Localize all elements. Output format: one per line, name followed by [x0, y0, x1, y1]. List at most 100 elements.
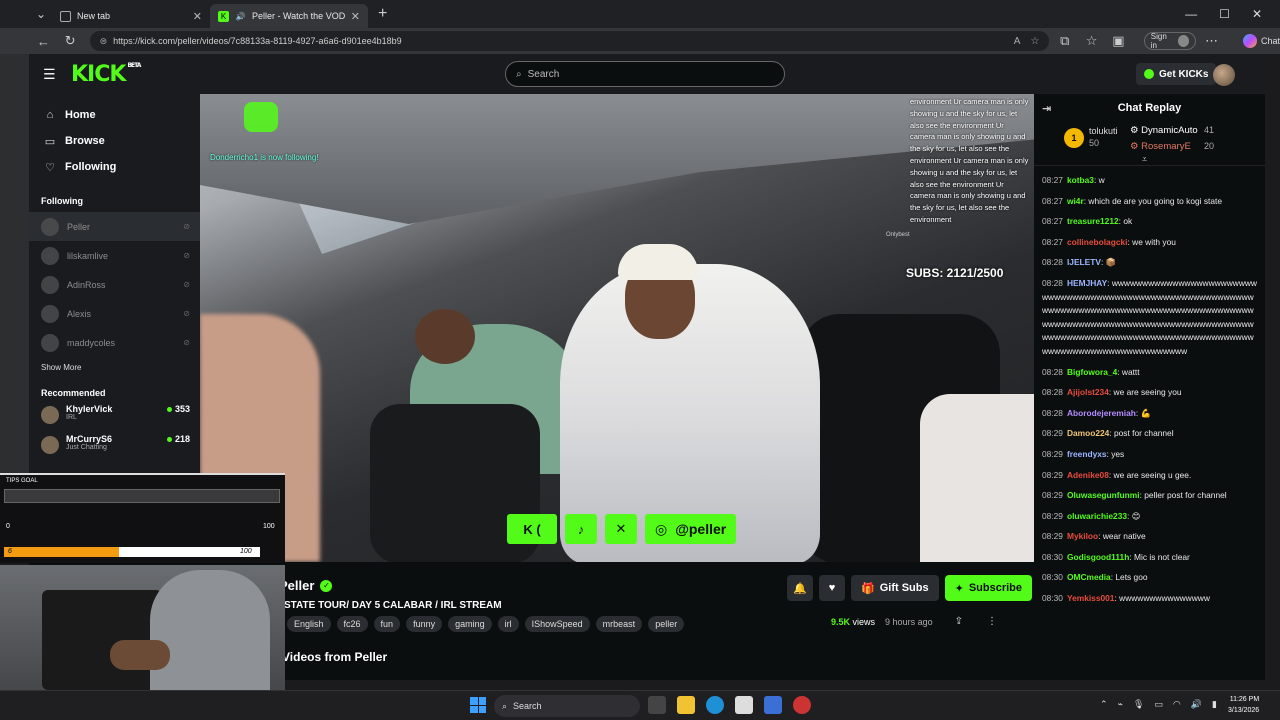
view-count: 9.5K — [831, 616, 851, 627]
taskbar-search[interactable]: ⌕ Search — [494, 695, 640, 717]
chat-username[interactable]: OMCmedia — [1067, 572, 1111, 582]
chat-username[interactable]: Mykiloo — [1067, 531, 1098, 541]
favorite-star-icon[interactable]: ☆ — [1030, 36, 1039, 47]
show-more-link[interactable]: Show More — [29, 363, 200, 372]
new-tab-plus-icon[interactable]: + — [378, 5, 387, 23]
chat-username[interactable]: Godisgood111h — [1067, 552, 1129, 562]
recommended-channel[interactable]: MrCurryS6 Just Chatting 218 — [29, 434, 200, 464]
chat-message: 08:28 Aborodejeremiah: 💪 — [1042, 407, 1259, 421]
tab-menu-chevron-icon[interactable]: ⌄ — [30, 3, 52, 25]
streamer-name[interactable]: Peller ✓ — [279, 578, 333, 593]
read-aloud-icon[interactable]: A — [1014, 36, 1021, 47]
chat-username[interactable]: collinebolagcki — [1067, 237, 1128, 247]
reload-icon[interactable]: ↻ — [59, 33, 82, 49]
file-explorer-icon[interactable] — [677, 696, 695, 714]
chat-username[interactable]: HEMJHAY — [1067, 278, 1107, 288]
wifi-icon[interactable]: ◠ — [1173, 699, 1181, 710]
tag[interactable]: mrbeast — [595, 616, 643, 632]
hamburger-menu-icon[interactable]: ☰ — [43, 66, 57, 83]
minimize-icon[interactable]: — — [1185, 7, 1197, 21]
more-menu-icon[interactable]: ⋯ — [1200, 33, 1223, 49]
chat-username[interactable]: Yemkiss001 — [1067, 593, 1115, 603]
chat-username[interactable]: wi4r — [1067, 196, 1084, 206]
leader-name[interactable]: ⚙ DynamicAuto — [1130, 125, 1198, 136]
tab-kick-vod[interactable]: K 🔊 Peller - Watch the VOD on Kick ✕ — [210, 4, 368, 28]
recommended-channel[interactable]: KhylerVick IRL 353 — [29, 404, 200, 434]
subscribe-button[interactable]: ✦ Subscribe — [944, 575, 1032, 601]
favorites-icon[interactable]: ☆ — [1080, 33, 1103, 49]
following-channel[interactable]: Peller ⊘ — [29, 212, 200, 241]
following-channel[interactable]: AdinRoss ⊘ — [29, 270, 200, 299]
back-arrow-icon[interactable]: ← — [32, 34, 55, 49]
close-tab-icon[interactable]: ✕ — [193, 10, 202, 23]
chat-username[interactable]: Oluwasegunfunmi — [1067, 490, 1140, 500]
chat-username[interactable]: treasure1212 — [1067, 216, 1119, 226]
more-options-icon[interactable]: ⋮ — [987, 616, 997, 627]
tag[interactable]: gaming — [448, 616, 492, 632]
tag[interactable]: funny — [406, 616, 443, 632]
extensions-icon[interactable]: ⧉ — [1053, 33, 1076, 49]
edge-browser-icon[interactable] — [706, 696, 724, 714]
windows-start-icon[interactable] — [470, 697, 486, 713]
chat-username[interactable]: Aborodejeremiah — [1067, 408, 1136, 418]
chat-username[interactable]: kotba3 — [1067, 175, 1094, 185]
following-channel[interactable]: lilskamlive ⊘ — [29, 241, 200, 270]
video-player[interactable]: Donderricho1 is now following! environme… — [200, 94, 1034, 562]
chat-username[interactable]: Bigfowora_4 — [1067, 367, 1117, 377]
chevron-up-icon[interactable]: ⌃ — [1100, 699, 1108, 710]
offline-icon: ⊘ — [183, 338, 190, 347]
notification-bell-button[interactable]: 🔔 — [787, 575, 813, 601]
battery-icon[interactable]: ▮ — [1212, 699, 1217, 710]
mail-icon[interactable] — [764, 696, 782, 714]
tag[interactable]: irl — [497, 616, 519, 632]
collections-icon[interactable]: ▣ — [1107, 33, 1130, 49]
copilot-chat-button[interactable]: Chat — [1242, 34, 1280, 48]
close-tab-icon[interactable]: ✕ — [351, 10, 360, 23]
site-info-icon[interactable]: ⊜ — [100, 36, 108, 47]
chat-username[interactable]: Damoo224 — [1067, 428, 1109, 438]
volume-icon[interactable]: 🔊 — [1191, 699, 1202, 710]
display-icon[interactable]: ▭ — [1154, 699, 1163, 710]
chat-username[interactable]: IJELETV — [1067, 257, 1101, 267]
leader-name[interactable]: tolukuti — [1089, 126, 1118, 136]
follow-heart-button[interactable]: ♥ — [819, 575, 845, 601]
following-channel[interactable]: maddycoles ⊘ — [29, 328, 200, 357]
tag[interactable]: fc26 — [336, 616, 368, 632]
tag[interactable]: fun — [373, 616, 401, 632]
get-kicks-button[interactable]: Get KICKs — [1136, 63, 1217, 85]
url-field[interactable]: ⊜ https://kick.com/peller/videos/7c88133… — [89, 31, 1050, 51]
task-view-icon[interactable] — [648, 696, 666, 714]
close-window-icon[interactable]: ✕ — [1252, 7, 1262, 21]
maximize-icon[interactable]: ☐ — [1219, 7, 1230, 21]
audio-speaker-icon[interactable]: 🔊 — [235, 11, 246, 22]
search-input[interactable]: ⌕ Search — [505, 61, 785, 87]
tag[interactable]: English — [287, 616, 331, 632]
tag[interactable]: peller — [648, 616, 685, 632]
sidebar-item-home[interactable]: ⌂ Home — [29, 102, 200, 128]
sidebar-item-following[interactable]: ♡ Following — [29, 154, 200, 180]
leader-name[interactable]: ⚙ RosemaryE — [1130, 141, 1191, 152]
share-icon[interactable]: ⇪ — [955, 616, 963, 627]
sidebar-item-browse[interactable]: ▭ Browse — [29, 128, 200, 154]
chat-username[interactable]: freendyxs — [1067, 449, 1107, 459]
chat-username[interactable]: oluwarichie233 — [1067, 511, 1127, 521]
chat-text: Mic is not clear — [1133, 551, 1190, 562]
sign-in-button[interactable]: Sign in — [1143, 32, 1197, 50]
search-placeholder: Search — [527, 68, 560, 80]
tag[interactable]: IShowSpeed — [524, 616, 590, 632]
tiktok-icon: ♪ — [565, 514, 597, 544]
user-avatar[interactable] — [1213, 64, 1235, 86]
tab-new-tab[interactable]: New tab ✕ — [52, 4, 210, 28]
chat-username[interactable]: Ajijolst234 — [1067, 387, 1109, 397]
microphone-icon[interactable]: 🎙 — [1133, 699, 1144, 710]
taskbar-clock[interactable]: 11:26 PM 3/13/2026 — [1228, 694, 1259, 716]
scroll-down-icon[interactable]: ⩡ — [1142, 154, 1147, 165]
network-icon[interactable]: ⌁ — [1118, 699, 1123, 710]
kick-logo[interactable]: KICK BETA — [71, 62, 141, 87]
chat-username[interactable]: Adenike08 — [1067, 470, 1109, 480]
microsoft-store-icon[interactable] — [735, 696, 753, 714]
chrome-icon[interactable] — [793, 696, 811, 714]
collapse-chat-icon[interactable]: ⇥ — [1042, 102, 1051, 115]
following-channel[interactable]: Alexis ⊘ — [29, 299, 200, 328]
gift-subs-button[interactable]: 🎁 Gift Subs — [851, 575, 939, 601]
